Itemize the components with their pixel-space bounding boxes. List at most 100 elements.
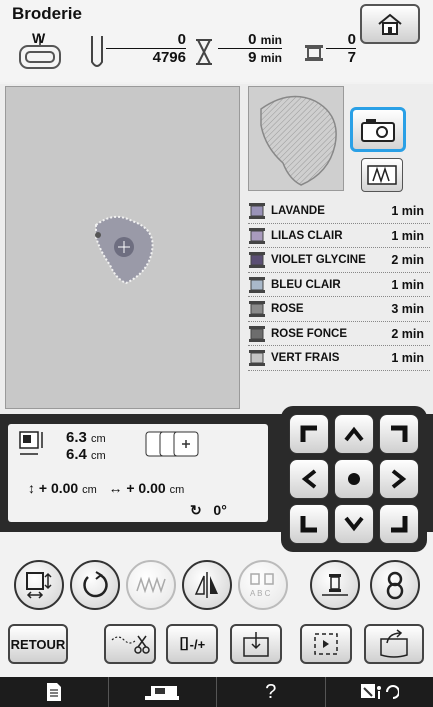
back-button[interactable]: RETOUR [8,624,68,664]
thread-spool-icon [249,301,265,318]
embroidery-unit-button[interactable] [109,677,217,707]
thread-color-list: LAVANDE 1 min LILAS CLAIR 1 min VIOLET G… [248,199,430,371]
color-counter: 0 7 [326,32,356,67]
thread-color-icon [322,574,348,596]
pocket-save-icon [380,629,408,658]
thread-color-sort-button[interactable]: A B C [238,560,288,610]
work-area: LAVANDE 1 min LILAS CLAIR 1 min VIOLET G… [0,84,433,414]
thread-time: 1 min [391,277,424,292]
continuous-border-button[interactable] [370,560,420,610]
frame-size-label: W [32,30,46,46]
move-right-button[interactable] [379,459,419,499]
manual-button[interactable] [0,677,109,707]
design-size: 6.3 cm 6.4 cm [66,429,106,463]
design-outline-image [260,95,337,186]
embroidery-preview[interactable] [5,86,240,409]
move-up-left-button[interactable] [289,414,329,454]
rotate-button[interactable] [70,560,120,610]
thread-spool-icon [249,227,265,244]
density-button[interactable] [126,560,176,610]
list-item[interactable]: VERT FRAIS 1 min [248,346,430,371]
stitch-counter: 0 4796 [106,32,186,67]
rotate-icon [83,571,108,598]
figure-eight-icon [386,571,404,600]
size-icon [19,431,43,455]
corner-up-right-icon [391,425,408,442]
stitch-density-icon [136,576,166,594]
corner-down-right-icon [391,516,408,533]
resize-button[interactable] [14,560,64,610]
list-item[interactable]: VIOLET GLYCINE 2 min [248,248,430,273]
offset-x-value: + 0.00 [126,480,166,496]
thread-time: 2 min [391,326,424,341]
list-item[interactable]: LILAS CLAIR 1 min [248,224,430,249]
rotation-value: 0° [213,502,227,518]
position-offset: ↕ + 0.00 cm ↔ + 0.00 cm [28,480,185,496]
move-left-button[interactable] [289,459,329,499]
thread-name: ROSE [271,303,304,316]
mirror-button[interactable] [182,560,232,610]
move-down-button[interactable] [334,504,374,544]
thread-spool-icon [249,252,265,269]
scissors-icon [111,635,150,654]
design-image [95,215,154,285]
move-down-left-button[interactable] [289,504,329,544]
footer-bar: ? [0,677,433,707]
time-counter: 0 min 9 min [218,32,282,67]
document-icon [46,683,61,701]
needle-adjust-label: -/+ [189,636,206,652]
list-item[interactable]: LAVANDE 1 min [248,199,430,224]
height-value: 6.3 [66,429,87,446]
trim-jump-stitch-button[interactable] [104,624,156,664]
rotation-readout: ↻ 0° [190,502,227,519]
width-value: 6.4 [66,446,87,463]
list-item[interactable]: BLEU CLAIR 1 min [248,273,430,298]
corner-down-left-icon [300,516,317,533]
thread-time: 1 min [391,228,424,243]
thread-name: BLEU CLAIR [271,278,341,291]
chevron-down-icon [344,516,364,532]
help-button[interactable]: ? [217,677,326,707]
list-item[interactable]: ROSE FONCE 2 min [248,322,430,347]
frame-trace-icon [314,633,338,655]
settings-button[interactable] [326,677,433,707]
chevron-left-icon [301,469,317,489]
stitch-view-button[interactable] [361,158,403,192]
memory-save-button[interactable] [364,624,424,664]
list-item[interactable]: ROSE 3 min [248,297,430,322]
thread-name: VERT FRAIS [271,352,340,365]
thread-spool-icon [249,325,265,342]
multi-pattern-icon [145,431,199,457]
mirror-icon [194,572,218,598]
move-down-right-button[interactable] [379,504,419,544]
resize-icon [26,572,52,599]
camera-view-button[interactable] [350,107,406,152]
needle-icon: ⌷ [178,633,190,654]
thread-time: 3 min [391,302,424,317]
needle-icon [91,36,103,67]
rotate-icon: ↻ [190,502,202,518]
thread-time: 1 min [391,204,424,219]
status-bar: W 0 4796 0 min 9 min 0 7 [18,30,358,72]
thread-name: LILAS CLAIR [271,229,343,242]
home-button[interactable] [360,4,420,44]
svg-text:A B C: A B C [250,589,271,598]
vertical-arrows-icon: ↕ [28,480,35,496]
thread-time: 1 min [391,351,424,366]
move-up-button[interactable] [334,414,374,454]
starting-point-button[interactable] [230,624,282,664]
move-up-right-button[interactable] [379,414,419,454]
trial-button[interactable] [300,624,352,664]
corner-up-left-icon [300,425,317,442]
thread-spool-icon [249,350,265,367]
thread-spool-icon [249,276,265,293]
horizontal-arrows-icon: ↔ [108,480,123,496]
thread-name: VIOLET GLYCINE [271,254,366,267]
thread-color-button[interactable] [310,560,360,610]
home-icon [378,13,402,35]
thread-spool-icon [249,203,265,220]
center-dot-icon [348,473,360,485]
page-title: Broderie [12,4,82,23]
move-center-button[interactable] [334,459,374,499]
needle-adjust-button[interactable]: ⌷ -/+ [166,624,218,664]
